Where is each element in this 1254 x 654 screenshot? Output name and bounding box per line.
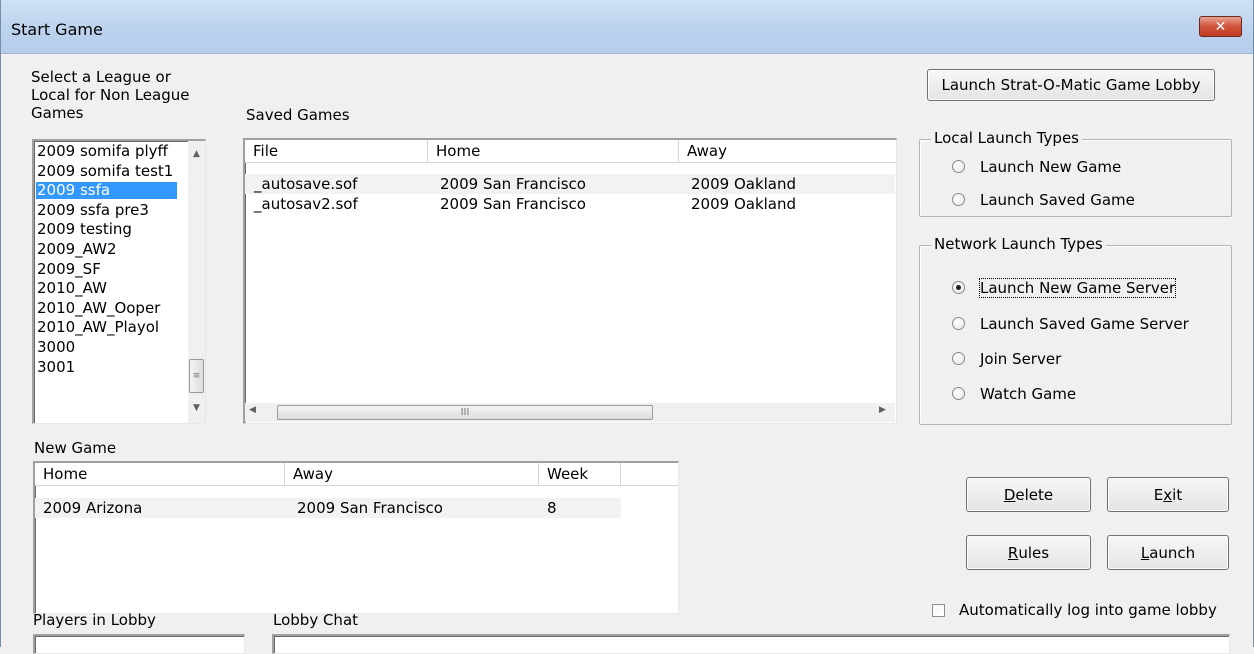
- list-item[interactable]: 2009 ssfa: [36, 182, 177, 200]
- scroll-right-arrow-icon[interactable]: ▶: [879, 405, 886, 415]
- radio-label-launch-new-game[interactable]: Launch New Game: [980, 158, 1121, 176]
- radio-label-launch-new-game-server[interactable]: Launch New Game Server: [978, 278, 1177, 298]
- radio-launch-new-game[interactable]: [952, 160, 965, 173]
- list-item[interactable]: 3000: [36, 339, 177, 356]
- radio-label-launch-saved-game-server[interactable]: Launch Saved Game Server: [980, 315, 1189, 333]
- saved-file-cell: _autosave.sof: [254, 175, 358, 193]
- league-listbox[interactable]: 2009 somifa plyff 2009 somifa test1 2009 s…: [32, 139, 206, 424]
- auto-login-checkbox[interactable]: [932, 604, 945, 617]
- saved-games-list[interactable]: File Home Away _autosave.sof 2009 San Fr…: [243, 138, 897, 424]
- saved-home-cell: 2009 San Francisco: [440, 175, 586, 193]
- rules-label: ules: [1018, 543, 1050, 562]
- list-item[interactable]: 2009 testing: [36, 221, 177, 238]
- column-header-away[interactable]: Away: [679, 140, 895, 162]
- rules-mnemonic: R: [1007, 543, 1019, 562]
- saved-away-cell: 2009 Oakland: [691, 195, 797, 213]
- delete-button[interactable]: Delete: [966, 477, 1091, 512]
- saved-games-label: Saved Games: [246, 106, 350, 124]
- table-row[interactable]: _autosav2.sof 2009 San Francisco 2009 Oa…: [245, 194, 895, 214]
- league-list-label: Select a League or Local for Non League …: [31, 68, 189, 122]
- rules-button[interactable]: Rules: [966, 535, 1091, 570]
- column-header-home[interactable]: Home: [35, 463, 285, 485]
- list-item[interactable]: 2009 somifa test1: [36, 163, 177, 180]
- new-home-cell: 2009 Arizona: [43, 499, 143, 517]
- scroll-thumb[interactable]: ≡: [189, 359, 204, 393]
- delete-label: elete: [1015, 485, 1054, 504]
- scroll-up-arrow-icon[interactable]: ▲: [188, 145, 205, 162]
- league-vertical-scrollbar[interactable]: ▲ ≡ ▼: [188, 141, 205, 423]
- column-header-home[interactable]: Home: [428, 140, 679, 162]
- saved-away-cell: 2009 Oakland: [691, 175, 797, 193]
- list-item[interactable]: 2010_AW: [36, 280, 177, 297]
- close-button[interactable]: ✕: [1199, 16, 1242, 37]
- close-icon: ✕: [1214, 18, 1227, 35]
- table-row[interactable]: _autosave.sof 2009 San Francisco 2009 Oa…: [245, 174, 895, 194]
- scroll-down-arrow-icon[interactable]: ▼: [188, 399, 205, 416]
- start-game-dialog: Start Game ✕ Select a League or Local fo…: [0, 0, 1254, 654]
- table-row[interactable]: 2009 Arizona 2009 San Francisco 8: [35, 498, 621, 518]
- radio-label-join-server[interactable]: Join Server: [980, 350, 1061, 368]
- scroll-left-arrow-icon[interactable]: ◀: [249, 405, 256, 415]
- league-label-line3: Games: [31, 104, 84, 122]
- radio-launch-new-game-server[interactable]: [952, 281, 965, 294]
- exit-label-pre: E: [1153, 485, 1164, 504]
- saved-file-cell: _autosav2.sof: [254, 195, 358, 213]
- list-item[interactable]: 2009 ssfa pre3: [36, 202, 177, 219]
- players-in-lobby-list[interactable]: [33, 634, 245, 654]
- lobby-chat-box[interactable]: [272, 634, 1230, 654]
- saved-games-horizontal-scrollbar[interactable]: ◀ III ▶: [245, 403, 895, 422]
- launch-label: aunch: [1149, 543, 1196, 562]
- players-in-lobby-label: Players in Lobby: [33, 611, 156, 629]
- radio-label-watch-game[interactable]: Watch Game: [980, 385, 1076, 403]
- list-item[interactable]: 2009 somifa plyff: [36, 143, 177, 160]
- list-item[interactable]: 2010_AW_Playol: [36, 319, 177, 336]
- column-header-away[interactable]: Away: [285, 463, 539, 485]
- horizontal-scroll-thumb[interactable]: III: [277, 405, 653, 420]
- launch-button[interactable]: Launch: [1107, 535, 1229, 570]
- new-game-header: Home Away Week: [35, 463, 678, 486]
- list-item[interactable]: 2009_SF: [36, 261, 177, 278]
- radio-watch-game[interactable]: [952, 387, 965, 400]
- launch-game-lobby-button[interactable]: Launch Strat-O-Matic Game Lobby: [927, 69, 1215, 101]
- new-game-label: New Game: [34, 439, 117, 457]
- window-title: Start Game: [11, 20, 103, 39]
- list-item[interactable]: 2010_AW_Ooper: [36, 300, 177, 317]
- new-away-cell: 2009 San Francisco: [297, 499, 443, 517]
- launch-mnemonic: L: [1140, 543, 1150, 562]
- column-header-file[interactable]: File: [245, 140, 428, 162]
- list-item[interactable]: 3001: [36, 359, 177, 376]
- exit-mnemonic: x: [1163, 485, 1173, 504]
- saved-home-cell: 2009 San Francisco: [440, 195, 586, 213]
- league-label-line1: Select a League or: [31, 68, 171, 86]
- radio-launch-saved-game-server[interactable]: [952, 317, 965, 330]
- network-launch-types-title: Network Launch Types: [931, 235, 1106, 253]
- exit-button[interactable]: Ex it: [1107, 477, 1229, 512]
- title-bar[interactable]: Start Game ✕: [1, 0, 1253, 54]
- auto-login-label[interactable]: Automatically log into game lobby: [959, 601, 1217, 619]
- list-item[interactable]: 2009_AW2: [36, 241, 177, 258]
- column-header-week[interactable]: Week: [539, 463, 621, 485]
- exit-label: it: [1172, 485, 1183, 504]
- radio-join-server[interactable]: [952, 352, 965, 365]
- new-week-cell: 8: [547, 499, 557, 517]
- saved-games-header: File Home Away: [245, 140, 896, 163]
- local-launch-types-title: Local Launch Types: [931, 129, 1082, 147]
- radio-label-launch-saved-game[interactable]: Launch Saved Game: [980, 191, 1135, 209]
- delete-mnemonic: D: [1003, 485, 1016, 504]
- league-label-line2: Local for Non League: [31, 86, 190, 104]
- scroll-grip: III: [460, 407, 470, 418]
- radio-launch-saved-game[interactable]: [952, 193, 965, 206]
- lobby-chat-label: Lobby Chat: [273, 611, 359, 629]
- new-game-list[interactable]: Home Away Week 2009 Arizona 2009 San Fra…: [33, 461, 679, 614]
